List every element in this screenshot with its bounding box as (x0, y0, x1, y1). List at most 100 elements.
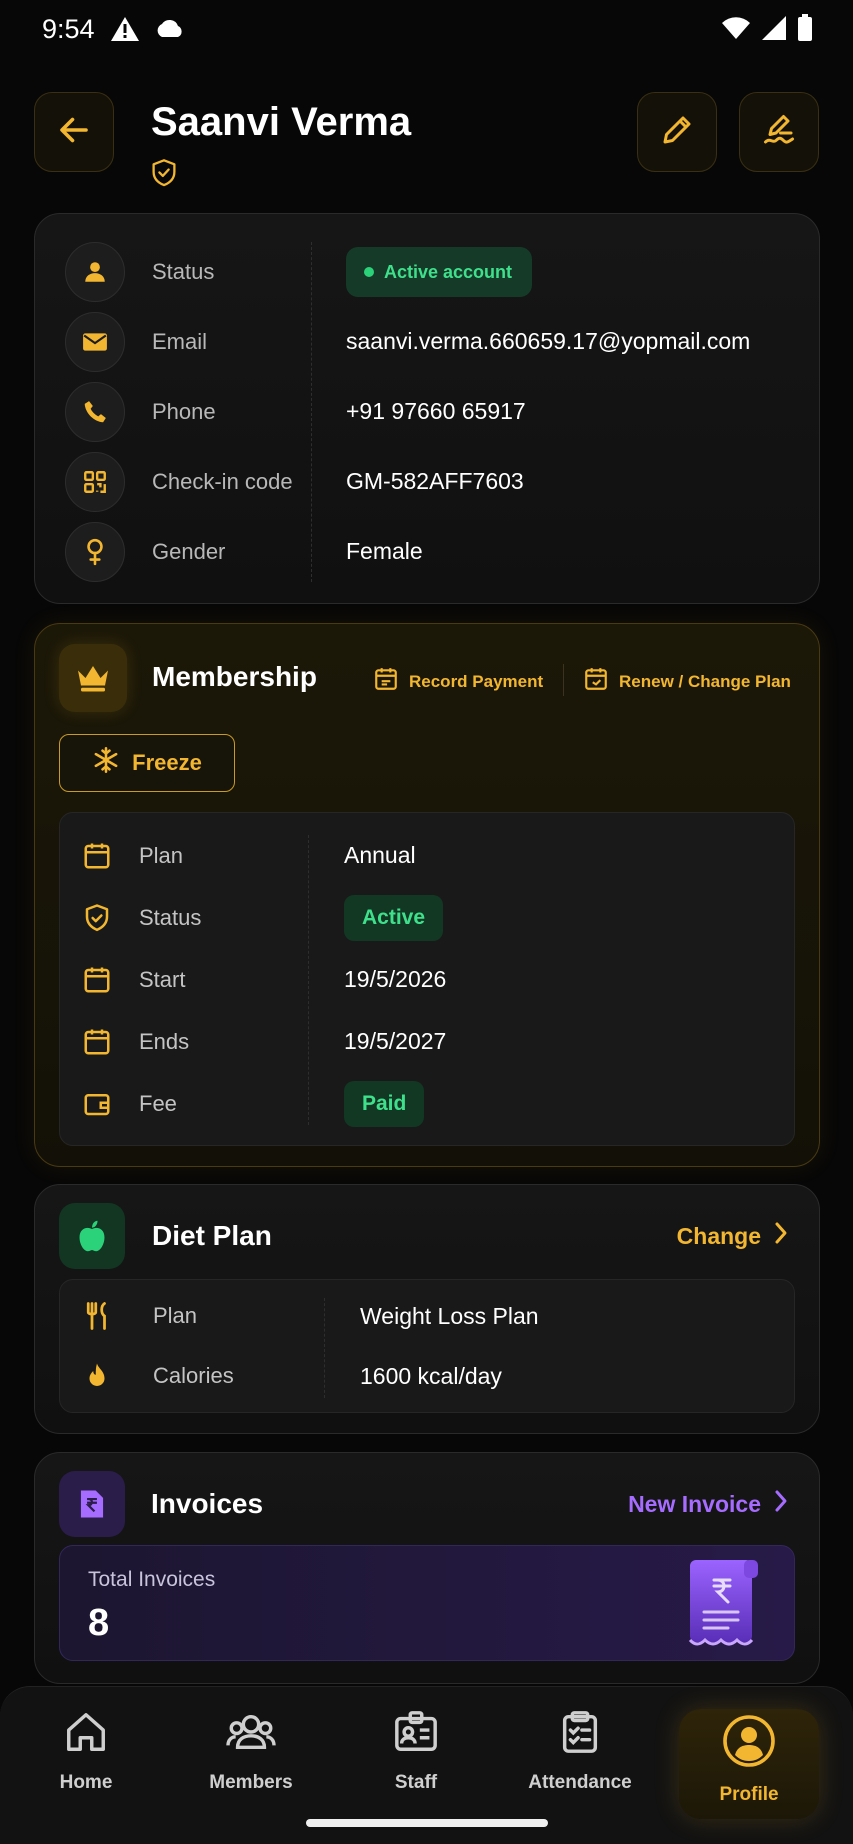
nav-label: Profile (719, 1784, 779, 1805)
start-date-value: 19/5/2026 (344, 966, 447, 992)
contact-info-card: Status Active account Email saanvi.verma… (34, 213, 820, 604)
chevron-right-icon (773, 1489, 789, 1519)
fee-status-text: Paid (362, 1092, 407, 1115)
renew-plan-label: Renew / Change Plan (619, 671, 791, 691)
fork-knife-icon (82, 1301, 112, 1336)
qr-code-icon (65, 452, 125, 512)
signature-button[interactable] (739, 92, 819, 172)
detail-label: Fee (139, 1091, 177, 1116)
diet-row-calories: Calories 1600 kcal/day (60, 1347, 796, 1407)
info-row-gender: Gender Female (35, 517, 821, 587)
calendar-icon (82, 1027, 112, 1062)
diet-label: Plan (153, 1303, 198, 1328)
record-payment-label: Record Payment (409, 671, 544, 691)
membership-row-ends: Ends 19/5/2027 (60, 1011, 796, 1073)
email-value[interactable]: saanvi.verma.660659.17@yopmail.com (346, 328, 750, 355)
total-invoices-label: Total Invoices (88, 1568, 216, 1591)
flame-icon (82, 1361, 112, 1396)
change-label: Change (676, 1222, 761, 1249)
diet-plan-title: Diet Plan (152, 1220, 272, 1251)
info-row-phone: Phone +91 97660 65917 (35, 377, 821, 447)
freeze-label: Freeze (132, 750, 202, 775)
member-profile-screen: 9:54 Saanvi Verma Status Active account … (0, 0, 853, 1844)
calories-value: 1600 kcal/day (360, 1363, 502, 1389)
membership-status-badge: Active (344, 895, 444, 941)
diet-details: Plan Weight Loss Plan Calories 1600 kcal… (59, 1279, 795, 1413)
info-label: Phone (152, 399, 216, 424)
membership-row-plan: Plan Annual (60, 825, 796, 887)
membership-row-fee: Fee Paid (60, 1073, 796, 1135)
calendar-edit-icon (583, 666, 609, 697)
members-icon (226, 1709, 276, 1760)
diet-row-plan: Plan Weight Loss Plan (60, 1287, 796, 1347)
info-label: Check-in code (152, 469, 293, 494)
status-badge-text: Active account (384, 261, 513, 282)
info-row-email: Email saanvi.verma.660659.17@yopmail.com (35, 307, 821, 377)
warning-icon (110, 16, 140, 47)
nav-label: Members (209, 1772, 293, 1793)
membership-details: Plan Annual Status Active Start 19/5/202… (59, 812, 795, 1146)
arrow-left-icon (56, 112, 92, 153)
receipt-icon (678, 1554, 768, 1659)
checkin-code-value: GM-582AFF7603 (346, 468, 524, 494)
info-label: Status (152, 259, 215, 284)
nav-label: Staff (394, 1772, 438, 1793)
nav-members[interactable]: Members (181, 1709, 321, 1819)
membership-status-text: Active (362, 906, 426, 929)
edit-button[interactable] (637, 92, 717, 172)
status-time: 9:54 (42, 14, 95, 44)
status-bar: 9:54 (0, 0, 853, 60)
wifi-icon (721, 16, 751, 45)
nav-label: Attendance (528, 1772, 632, 1793)
staff-id-icon (392, 1709, 440, 1760)
nav-home[interactable]: Home (16, 1709, 156, 1819)
nav-label: Home (59, 1772, 113, 1793)
status-icons (721, 14, 813, 47)
change-diet-button[interactable]: Change (677, 1221, 789, 1251)
plan-value: Annual (344, 842, 416, 868)
crown-icon (59, 644, 127, 712)
freeze-button[interactable]: Freeze (59, 734, 235, 792)
nav-attendance[interactable]: Attendance (510, 1709, 650, 1819)
membership-row-status: Status Active (60, 887, 796, 949)
diet-plan-card: Diet Plan Change Plan Weight Loss Plan C… (34, 1184, 820, 1434)
chevron-right-icon (773, 1221, 789, 1251)
calendar-icon (82, 965, 112, 1000)
renew-plan-button[interactable]: Renew / Change Plan (583, 666, 791, 697)
phone-value[interactable]: +91 97660 65917 (346, 398, 526, 425)
detail-label: Start (139, 967, 186, 992)
back-button[interactable] (34, 92, 114, 172)
page-title: Saanvi Verma (151, 100, 412, 144)
info-label: Email (152, 329, 208, 354)
detail-label: Ends (139, 1029, 190, 1054)
profile-icon (723, 1715, 775, 1772)
total-invoices-value: 8 (88, 1602, 110, 1644)
nav-staff[interactable]: Staff (346, 1709, 486, 1819)
verified-shield-icon (150, 158, 178, 193)
invoices-card: Invoices New Invoice Total Invoices 8 (34, 1452, 820, 1684)
home-icon (62, 1709, 110, 1760)
record-payment-button[interactable]: Record Payment (373, 666, 543, 697)
total-invoices-panel[interactable]: Total Invoices 8 (59, 1545, 795, 1661)
invoice-rupee-icon (59, 1471, 125, 1537)
membership-row-start: Start 19/5/2026 (60, 949, 796, 1011)
new-invoice-button[interactable]: New Invoice (628, 1489, 789, 1519)
user-icon (65, 242, 125, 302)
diet-label: Calories (153, 1363, 234, 1388)
shield-check-icon (82, 903, 112, 938)
signal-icon (761, 15, 787, 46)
home-indicator[interactable] (306, 1819, 548, 1827)
apple-icon (59, 1203, 125, 1269)
info-label: Gender (152, 539, 226, 564)
detail-label: Plan (139, 843, 184, 868)
snowflake-icon (92, 746, 120, 780)
pencil-icon (659, 112, 695, 153)
fee-status-badge: Paid (344, 1081, 425, 1127)
nav-profile[interactable]: Profile (679, 1709, 819, 1819)
invoices-title: Invoices (151, 1488, 264, 1519)
new-invoice-label: New Invoice (628, 1490, 761, 1517)
payment-calendar-icon (373, 666, 399, 697)
info-row-checkin: Check-in code GM-582AFF7603 (35, 447, 821, 517)
calendar-icon (82, 841, 112, 876)
info-row-status: Status Active account (35, 237, 821, 307)
